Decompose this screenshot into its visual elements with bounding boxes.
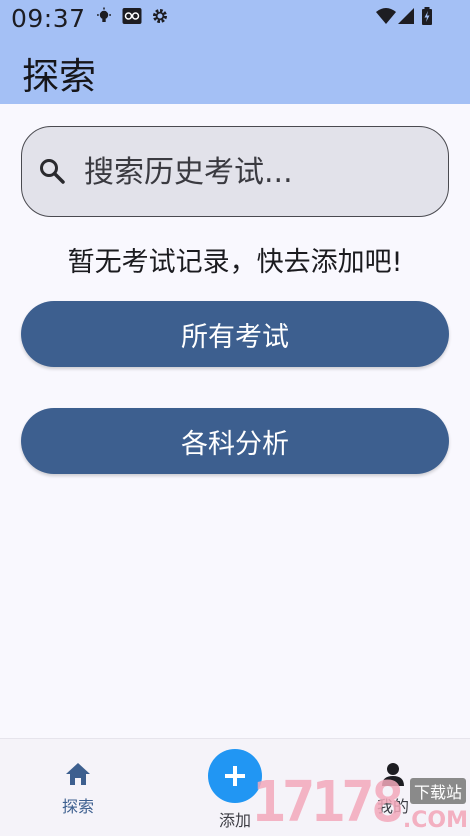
watermark-suffix: .COM [402, 808, 468, 833]
search-input[interactable] [84, 148, 424, 196]
lightbulb-icon [97, 7, 111, 22]
cell-signal-icon [398, 8, 414, 24]
subject-analysis-button[interactable]: 各科分析 [21, 408, 449, 474]
page-title: 探索 [22, 55, 96, 98]
site-watermark: 17178 下载站 .COM [252, 768, 470, 836]
app-notification-icon [122, 8, 142, 24]
all-exams-button[interactable]: 所有考试 [21, 301, 449, 367]
nav-explore[interactable]: 探索 [40, 761, 116, 817]
battery-charging-icon [422, 7, 432, 25]
search-icon [40, 159, 65, 184]
home-icon [66, 763, 90, 785]
app-header: 09:37 探索 [0, 0, 470, 104]
nav-explore-label: 探索 [61, 797, 94, 816]
settings-gear-icon [153, 9, 167, 23]
watermark-tag: 下载站 [409, 778, 466, 804]
wifi-icon [376, 8, 396, 24]
status-time: 09:37 [11, 4, 86, 33]
watermark-digits: 17178 [252, 770, 405, 835]
empty-state-message: 暂无考试记录，快去添加吧! [67, 247, 403, 278]
status-bar: 09:37 [0, 0, 470, 34]
